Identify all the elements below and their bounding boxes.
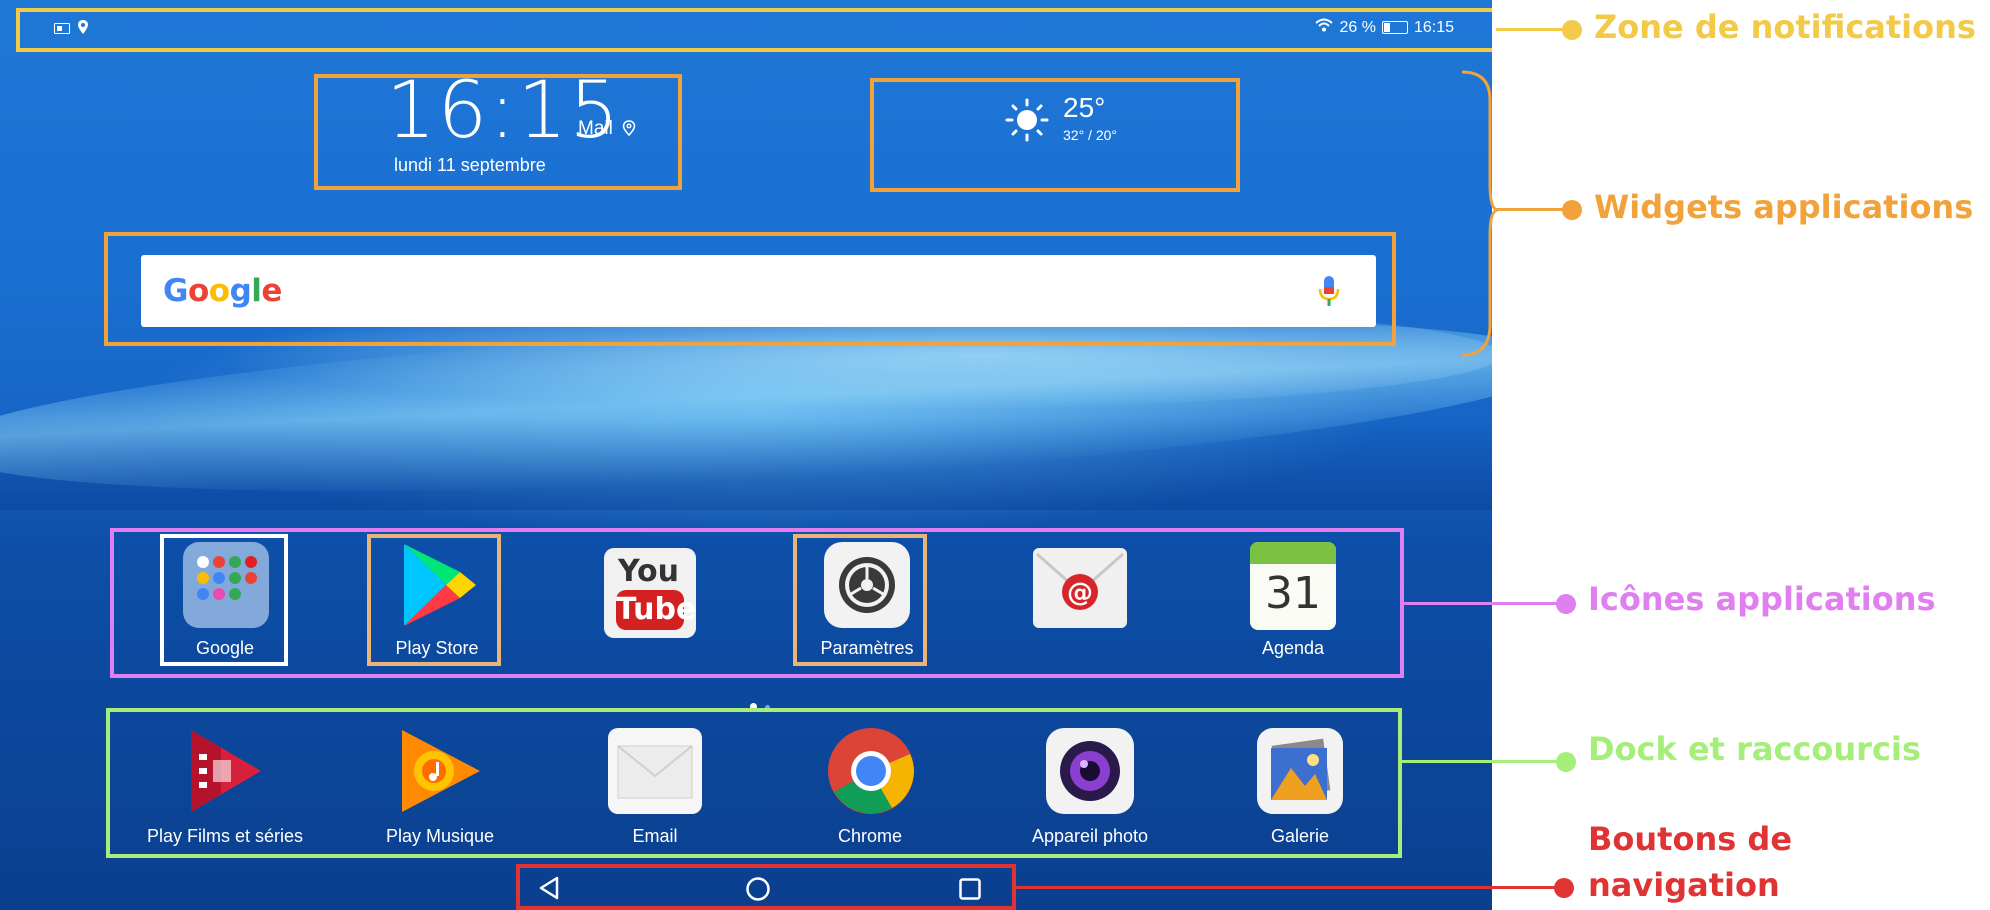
google-folder-frame (160, 534, 288, 666)
dock-frame (106, 708, 1402, 858)
dock-dot (1556, 752, 1576, 772)
nav-label-line2: navigation (1588, 866, 1780, 904)
nav-connector (1016, 886, 1560, 889)
notifications-label: Zone de notifications (1594, 8, 1976, 46)
notification-zone-frame (16, 8, 1492, 52)
search-widget-frame (104, 232, 1396, 346)
wallpaper-shadow (0, 420, 1492, 510)
icons-label: Icônes applications (1588, 580, 1936, 618)
nav-dot (1554, 878, 1574, 898)
icons-dot (1556, 594, 1576, 614)
widgets-label: Widgets applications (1594, 188, 1974, 226)
play-store-frame (367, 534, 501, 666)
app-icons-frame (110, 528, 1404, 678)
navigation-frame (516, 864, 1016, 910)
notifications-dot (1562, 20, 1582, 40)
widgets-brace (1461, 70, 1499, 357)
tablet-home-screen: 26 % 16:15 16:15 Mail lundi 11 septembre… (0, 0, 1492, 910)
settings-frame (793, 534, 927, 666)
notifications-connector (1496, 28, 1568, 31)
clock-widget-frame (314, 74, 682, 190)
dock-connector (1402, 760, 1562, 763)
icons-connector (1404, 602, 1562, 605)
widgets-connector (1496, 208, 1568, 211)
nav-label-line1: Boutons de (1588, 820, 1793, 858)
weather-widget-frame (870, 78, 1240, 192)
dock-label: Dock et raccourcis (1588, 730, 1921, 768)
widgets-dot (1562, 200, 1582, 220)
